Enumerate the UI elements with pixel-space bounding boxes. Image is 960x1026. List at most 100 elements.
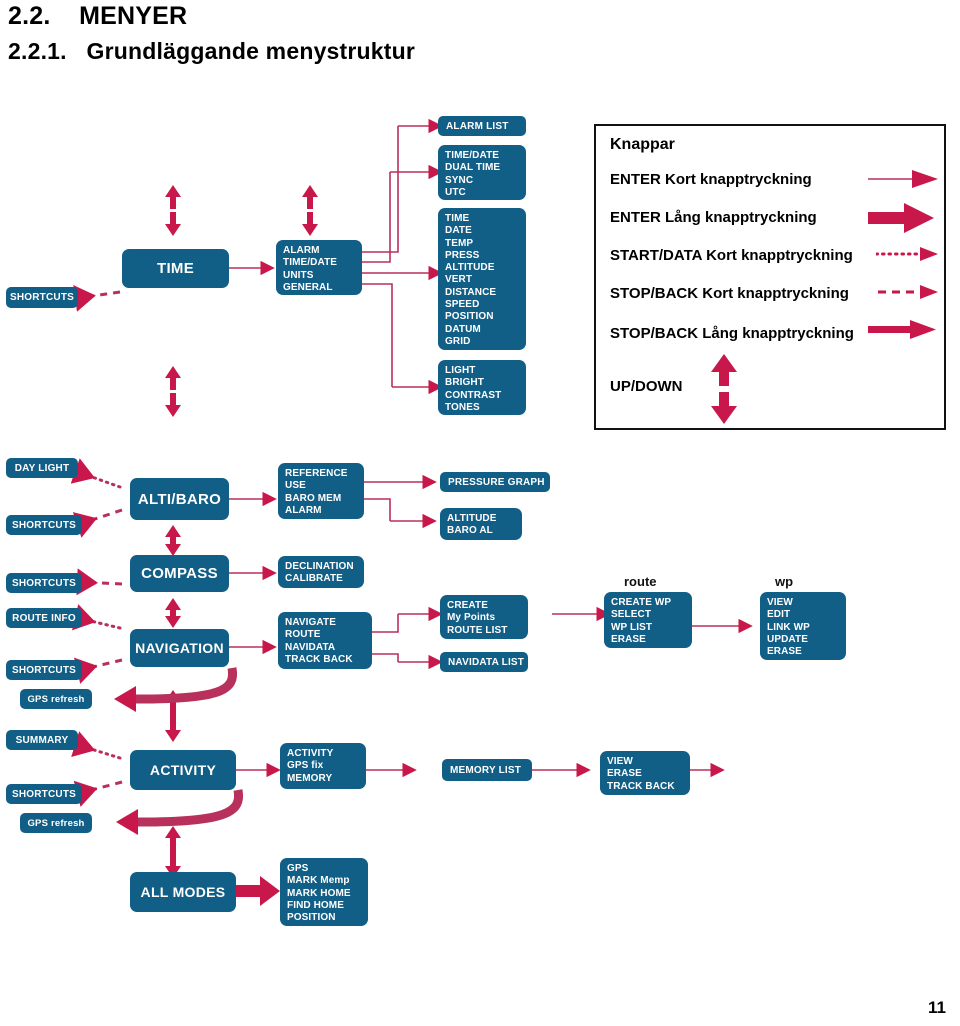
menu-item[interactable]: BARO MEM bbox=[285, 493, 357, 505]
menu-item[interactable]: LIGHT bbox=[445, 365, 519, 377]
menu-item[interactable]: CONTRAST bbox=[445, 390, 519, 402]
badge-route-info[interactable]: ROUTE INFO bbox=[6, 608, 82, 628]
menu-item[interactable]: My Points bbox=[447, 612, 521, 624]
badge-gps-refresh-activity[interactable]: GPS refresh bbox=[20, 813, 92, 833]
submenu-pressure-graph[interactable]: PRESSURE GRAPH bbox=[440, 472, 550, 492]
menu-item[interactable]: ROUTE bbox=[285, 629, 365, 641]
menu-item[interactable]: ALTITUDE bbox=[445, 262, 519, 274]
menu-item[interactable]: MARK Memp bbox=[287, 875, 361, 887]
menu-item[interactable]: PRESS bbox=[445, 250, 519, 262]
menu-item[interactable]: GRID bbox=[445, 336, 519, 348]
menu-item[interactable]: DISTANCE bbox=[445, 287, 519, 299]
shortcuts-badge-compass[interactable]: SHORTCUTS bbox=[6, 573, 82, 593]
menu-item[interactable]: NAVIGATE bbox=[285, 617, 365, 629]
menu-item[interactable]: CALIBRATE bbox=[285, 573, 357, 585]
menu-item[interactable]: VIEW bbox=[767, 597, 839, 609]
up-down-arrow-icon bbox=[711, 354, 737, 424]
menu-item[interactable]: NAVIDATA bbox=[285, 642, 365, 654]
menu-item[interactable]: TIME/DATE bbox=[445, 150, 519, 162]
legend-label-startdata-short: START/DATA Kort knapptryckning bbox=[610, 247, 853, 264]
badge-gps-refresh-navigation[interactable]: GPS refresh bbox=[20, 689, 92, 709]
menu-item[interactable]: CREATE WP bbox=[611, 597, 685, 609]
menu-item[interactable]: UNITS bbox=[283, 270, 355, 282]
menu-item[interactable]: BARO AL bbox=[447, 525, 515, 537]
menu-item[interactable]: ALTITUDE bbox=[447, 513, 515, 525]
menu-item[interactable]: MEMORY bbox=[287, 773, 359, 785]
mode-navigation[interactable]: NAVIGATION bbox=[130, 629, 229, 667]
submenu-altitude-baroal[interactable]: ALTITUDE BARO AL bbox=[440, 508, 522, 540]
shortcuts-badge-altibaro[interactable]: SHORTCUTS bbox=[6, 515, 82, 535]
shortcuts-badge-navigation[interactable]: SHORTCUTS bbox=[6, 660, 82, 680]
shortcuts-badge-time[interactable]: SHORTCUTS bbox=[6, 287, 78, 308]
subsection-title: 2.2.1. Grundläggande menystruktur bbox=[8, 38, 415, 65]
menu-item[interactable]: TRACK BACK bbox=[285, 654, 365, 666]
menu-item[interactable]: VIEW bbox=[607, 756, 683, 768]
legend-label-updown: UP/DOWN bbox=[610, 378, 683, 395]
menu-item[interactable]: ROUTE LIST bbox=[447, 625, 521, 637]
menu-item[interactable]: DUAL TIME bbox=[445, 162, 519, 174]
menu-item[interactable]: TIME/DATE bbox=[283, 257, 355, 269]
menu-item[interactable]: WP LIST bbox=[611, 622, 685, 634]
menu-item[interactable]: CREATE bbox=[447, 600, 521, 612]
mode-alti-baro[interactable]: ALTI/BARO bbox=[130, 478, 229, 520]
submenu-alarm-list[interactable]: ALARM LIST bbox=[438, 116, 526, 136]
mode-compass[interactable]: COMPASS bbox=[130, 555, 229, 592]
menu-item[interactable]: MARK HOME bbox=[287, 888, 361, 900]
menu-item[interactable]: TONES bbox=[445, 402, 519, 414]
menu-item[interactable]: FIND HOME bbox=[287, 900, 361, 912]
subsection-label: Grundläggande menystruktur bbox=[86, 38, 416, 64]
menu-item[interactable]: USE bbox=[285, 480, 357, 492]
menu-item[interactable]: DATUM bbox=[445, 324, 519, 336]
menu-item[interactable]: REFERENCE bbox=[285, 468, 357, 480]
menu-compass[interactable]: DECLINATION CALIBRATE bbox=[278, 556, 364, 588]
menu-activity[interactable]: ACTIVITY GPS fix MEMORY bbox=[280, 743, 366, 789]
submenu-units[interactable]: TIME DATE TEMP PRESS ALTITUDE VERT DISTA… bbox=[438, 208, 526, 350]
menu-item[interactable]: UPDATE bbox=[767, 634, 839, 646]
menu-altibaro[interactable]: REFERENCE USE BARO MEM ALARM bbox=[278, 463, 364, 519]
menu-item[interactable]: GPS fix bbox=[287, 760, 359, 772]
menu-item[interactable]: POSITION bbox=[287, 912, 361, 924]
menu-item[interactable]: GPS bbox=[287, 863, 361, 875]
menu-item[interactable]: ERASE bbox=[611, 634, 685, 646]
menu-item[interactable]: TEMP bbox=[445, 238, 519, 250]
menu-item[interactable]: ERASE bbox=[607, 768, 683, 780]
badge-day-light[interactable]: DAY LIGHT bbox=[6, 458, 78, 478]
thick-solid-arrow-icon bbox=[868, 203, 934, 233]
menu-item[interactable]: TIME bbox=[445, 213, 519, 225]
shortcuts-badge-activity[interactable]: SHORTCUTS bbox=[6, 784, 82, 804]
menu-item[interactable]: ALARM bbox=[285, 505, 357, 517]
submenu-memory-list[interactable]: MEMORY LIST bbox=[442, 759, 532, 781]
mode-all-modes[interactable]: ALL MODES bbox=[130, 872, 236, 912]
submenu-memory-actions[interactable]: VIEW ERASE TRACK BACK bbox=[600, 751, 690, 795]
menu-item[interactable]: DECLINATION bbox=[285, 561, 357, 573]
menu-item[interactable]: GENERAL bbox=[283, 282, 355, 294]
menu-item[interactable]: SELECT bbox=[611, 609, 685, 621]
menu-item[interactable]: BRIGHT bbox=[445, 377, 519, 389]
mode-activity[interactable]: ACTIVITY bbox=[130, 750, 236, 790]
menu-item[interactable]: EDIT bbox=[767, 609, 839, 621]
submenu-wp[interactable]: VIEW EDIT LINK WP UPDATE ERASE bbox=[760, 592, 846, 660]
menu-time-settings[interactable]: ALARM TIME/DATE UNITS GENERAL bbox=[276, 240, 362, 295]
menu-all-modes[interactable]: GPS MARK Memp MARK HOME FIND HOME POSITI… bbox=[280, 858, 368, 926]
submenu-create-list[interactable]: CREATE My Points ROUTE LIST bbox=[440, 595, 528, 639]
menu-item[interactable]: UTC bbox=[445, 187, 519, 199]
menu-navigation[interactable]: NAVIGATE ROUTE NAVIDATA TRACK BACK bbox=[278, 612, 372, 669]
menu-item[interactable]: SYNC bbox=[445, 175, 519, 187]
menu-item[interactable]: SPEED bbox=[445, 299, 519, 311]
mode-time[interactable]: TIME bbox=[122, 249, 229, 288]
menu-item[interactable]: LINK WP bbox=[767, 622, 839, 634]
badge-summary[interactable]: SUMMARY bbox=[6, 730, 78, 750]
menu-item[interactable]: POSITION bbox=[445, 311, 519, 323]
menu-item[interactable]: ERASE bbox=[767, 646, 839, 658]
menu-item[interactable]: VERT bbox=[445, 274, 519, 286]
submenu-navidata-list[interactable]: NAVIDATA LIST bbox=[440, 652, 528, 672]
menu-item[interactable]: ALARM bbox=[283, 245, 355, 257]
menu-item[interactable]: TRACK BACK bbox=[607, 781, 683, 793]
submenu-general[interactable]: LIGHT BRIGHT CONTRAST TONES bbox=[438, 360, 526, 415]
submenu-route[interactable]: CREATE WP SELECT WP LIST ERASE bbox=[604, 592, 692, 648]
page-title: 2.2. MENYER bbox=[8, 2, 187, 31]
menu-item[interactable]: ACTIVITY bbox=[287, 748, 359, 760]
submenu-time-date[interactable]: TIME/DATE DUAL TIME SYNC UTC bbox=[438, 145, 526, 200]
menu-item[interactable]: DATE bbox=[445, 225, 519, 237]
legend-label-stopback-short: STOP/BACK Kort knapptryckning bbox=[610, 285, 849, 302]
